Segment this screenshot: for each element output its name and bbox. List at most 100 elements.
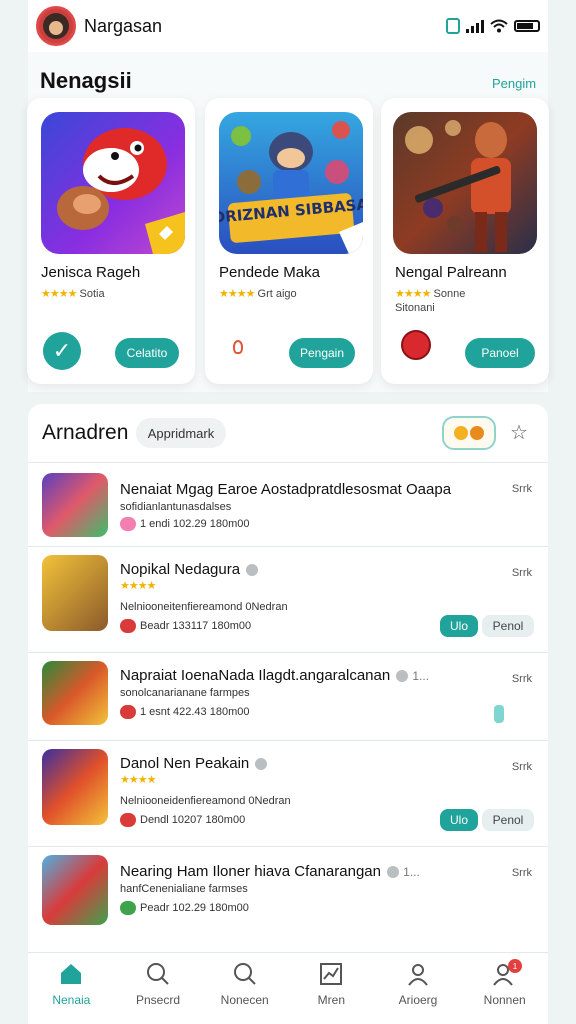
tab-home[interactable]: Nenaia xyxy=(28,953,115,1024)
tab-label: Mren xyxy=(317,993,346,1007)
list-header: Arnadren Appridmark ☆ xyxy=(28,404,548,462)
app-size: Srrk xyxy=(511,673,532,685)
app-size: Srrk xyxy=(511,867,532,879)
app-subtitle: Nelniooneidenfiereamond 0Nedran xyxy=(120,795,291,807)
app-meta-text: 1 esnt 422.43 180m00 xyxy=(140,705,250,718)
rating-stars: ★★★★ xyxy=(120,774,156,786)
download-toggle-icon[interactable] xyxy=(494,705,504,723)
app-meta: 1 endi 102.29 180m00 xyxy=(120,517,249,531)
app-name-text: Napraiat IoenaNada Ilagdt.angaralcanan xyxy=(120,667,391,684)
game-rating: ★★★★ Sotia xyxy=(41,287,105,300)
penol-button[interactable]: Penol xyxy=(482,615,534,637)
app-icon xyxy=(42,555,108,631)
wifi-icon xyxy=(490,19,508,33)
verified-icon xyxy=(255,758,268,771)
game-rating: ★★★★ Sonne xyxy=(395,287,465,300)
tab-friends[interactable]: 1 Nonnen xyxy=(461,953,548,1024)
favorite-star-icon[interactable]: ☆ xyxy=(510,420,528,445)
app-meta: Beadr 133117 180m00 xyxy=(120,619,251,633)
category-badge-icon xyxy=(120,901,136,915)
list-item[interactable]: Nopikal Nedagura ★★★★ Nelniooneitenfiere… xyxy=(28,546,548,652)
emoji-filter-button[interactable] xyxy=(442,416,496,450)
open-button[interactable]: Celatito xyxy=(115,338,179,368)
sim-icon xyxy=(446,18,460,34)
rating-text: Grt aigo xyxy=(257,288,297,300)
app-icon xyxy=(42,855,108,925)
avatar-face-icon xyxy=(43,13,69,39)
app-name-text: Nearing Ham Iloner hiava Cfanarangan xyxy=(120,863,381,880)
search-icon xyxy=(147,963,169,985)
app-size: Srrk xyxy=(511,567,532,579)
app-icon xyxy=(42,661,108,725)
filter-pill[interactable]: Appridmark xyxy=(136,418,226,448)
game-title: Nengal Palreann xyxy=(395,264,507,281)
app-meta-text: Peadr 102.29 180m00 xyxy=(140,901,249,914)
tab-label: Arioerg xyxy=(398,993,438,1007)
game-subtitle: Sitonani xyxy=(395,302,435,314)
list-item[interactable]: Nearing Ham Iloner hiava Cfanarangan 1..… xyxy=(28,846,548,952)
game-art-red-creature xyxy=(41,112,185,254)
rating-stars: ★★★★ xyxy=(41,288,77,300)
app-name: Nopikal Nedagura xyxy=(120,561,259,578)
featured-card-1[interactable]: Jenisca Rageh ★★★★ Sotia ✓ Celatito xyxy=(27,98,195,384)
ulo-button[interactable]: Ulo xyxy=(440,615,478,637)
chart-icon xyxy=(320,963,343,985)
featured-card-3[interactable]: Nengal Palreann ★★★★ Sonne Sitonani Pano… xyxy=(381,98,549,384)
emoji-icon xyxy=(454,426,468,440)
get-button[interactable]: Pengain xyxy=(289,338,355,368)
category-badge-icon xyxy=(120,813,136,827)
list-title: Arnadren xyxy=(42,421,129,444)
user-icon xyxy=(408,964,428,986)
list-item[interactable]: Napraiat IoenaNada Ilagdt.angaralcanan 1… xyxy=(28,652,548,740)
system-icons xyxy=(446,18,540,34)
rating-stars: ★★★★ xyxy=(395,288,431,300)
status-bar: Nargasan xyxy=(28,0,548,52)
red-mascot-icon xyxy=(401,330,431,360)
featured-card-2[interactable]: DRIZNAN SIBBASA Pendede Maka ★★★★ Grt ai… xyxy=(205,98,373,384)
app-subtitle: hanfCenenialiane farmses xyxy=(120,883,248,895)
app-icon xyxy=(42,749,108,825)
game-title: Jenisca Rageh xyxy=(41,264,141,281)
app-name: Nenaiat Mgag Earoe Aostadpratdlesosmat O… xyxy=(120,481,452,498)
category-badge-icon xyxy=(120,705,136,719)
panoel-button[interactable]: Panoel xyxy=(465,338,535,368)
app-name: Danol Nen Peakain xyxy=(120,755,268,772)
username: Nargasan xyxy=(84,15,163,36)
avatar[interactable] xyxy=(36,6,76,46)
tab-search[interactable]: Pnsecrd xyxy=(115,953,202,1024)
app-name: Napraiat IoenaNada Ilagdt.angaralcanan 1… xyxy=(120,667,429,684)
tab-stats[interactable]: Mren xyxy=(288,953,375,1024)
category-badge-icon xyxy=(120,517,136,531)
battery-icon xyxy=(514,20,540,32)
verified-icon xyxy=(246,564,259,577)
list-item[interactable]: Nenaiat Mgag Earoe Aostadpratdlesosmat O… xyxy=(28,462,548,546)
home-icon xyxy=(61,964,82,984)
flame-icon xyxy=(233,340,243,354)
app-subtitle: sofidianlantunasdalses xyxy=(120,501,232,513)
tab-discover[interactable]: Nonecen xyxy=(201,953,288,1024)
app-meta-text: Beadr 133117 180m00 xyxy=(140,619,252,632)
app-name-trail: 1... xyxy=(403,865,420,879)
list-item[interactable]: Danol Nen Peakain ★★★★ Nelniooneidenfier… xyxy=(28,740,548,846)
tab-profile[interactable]: Arioerg xyxy=(375,953,462,1024)
app-list-panel: Arnadren Appridmark ☆ Nenaiat Mgag Earoe… xyxy=(28,404,548,952)
app-name-text: Danol Nen Peakain xyxy=(120,755,250,772)
verified-icon xyxy=(396,670,409,683)
rating-stars: ★★★★ xyxy=(219,288,255,300)
app-meta: 1 esnt 422.43 180m00 xyxy=(120,705,249,719)
see-all-link[interactable]: Pengim xyxy=(492,76,536,91)
featured-title: Nenagsii xyxy=(40,68,132,93)
app-size: Srrk xyxy=(511,761,532,773)
app-subtitle: Nelniooneitenfiereamond 0Nedran xyxy=(120,601,288,613)
tab-label: Nonecen xyxy=(220,993,269,1007)
game-title: Pendede Maka xyxy=(219,264,320,281)
penol-button[interactable]: Penol xyxy=(482,809,534,831)
tab-label: Pnsecrd xyxy=(135,993,181,1007)
app-name-trail: 1... xyxy=(412,669,430,683)
game-art-cartoon-heroes: DRIZNAN SIBBASA xyxy=(219,112,363,254)
rating-stars: ★★★★ xyxy=(120,580,156,592)
app-meta: Peadr 102.29 180m00 xyxy=(120,901,249,915)
ulo-button[interactable]: Ulo xyxy=(440,809,478,831)
app-size: Srrk xyxy=(511,483,532,495)
installed-check-icon[interactable]: ✓ xyxy=(43,332,81,370)
